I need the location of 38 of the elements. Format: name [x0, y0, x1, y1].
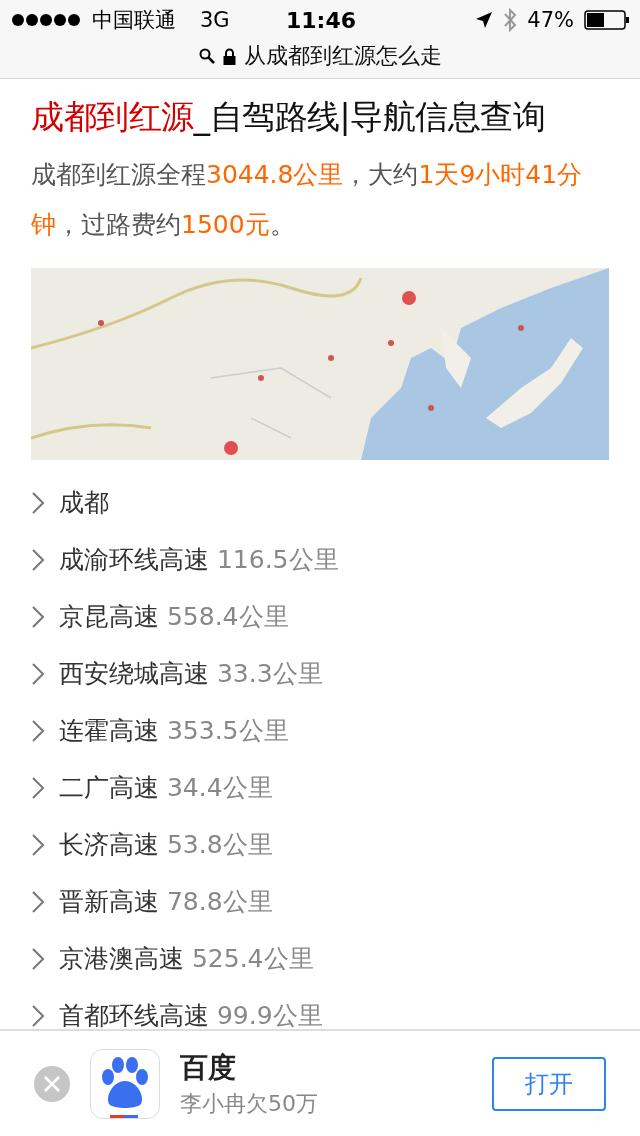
route-summary: 成都到红源全程3044.8公里，大约1天9小时41分钟，过路费约1500元。: [31, 159, 584, 241]
close-icon: [44, 1075, 60, 1092]
chevron-right-icon: [31, 718, 45, 743]
close-button[interactable]: [34, 1065, 70, 1102]
chevron-right-icon: [31, 547, 45, 572]
route-step[interactable]: 晋新高速 78.8公里: [59, 885, 273, 918]
route-step[interactable]: 首都环线高速 99.9公里: [59, 999, 323, 1029]
route-step[interactable]: 长济高速 53.8公里: [59, 828, 273, 861]
address-text[interactable]: 从成都到红源怎么走: [243, 41, 442, 71]
battery-icon: [584, 10, 630, 30]
signal-icon: [12, 14, 82, 26]
clock-time: 11:46: [286, 7, 356, 33]
page-title: 成都到红源_自驾路线|导航信息查询: [31, 96, 547, 138]
chevron-right-icon: [31, 946, 45, 971]
app-subtitle: 李小冉欠50万: [180, 1089, 319, 1118]
carrier-name: 中国联通: [92, 7, 176, 34]
route-step[interactable]: 成渝环线高速 116.5公里: [59, 543, 339, 576]
network-type: 3G: [200, 8, 230, 32]
battery-percent: 47%: [527, 8, 574, 32]
route-step[interactable]: 京港澳高速 525.4公里: [59, 942, 314, 975]
route-step[interactable]: 成都: [59, 486, 109, 519]
open-button[interactable]: 打开: [492, 1056, 606, 1111]
route-step[interactable]: 二广高速 34.4公里: [59, 771, 273, 804]
chevron-right-icon: [31, 775, 45, 800]
route-step[interactable]: 京昆高速 558.4公里: [59, 600, 289, 633]
bluetooth-icon: [503, 8, 518, 32]
location-arrow-icon: [475, 11, 494, 29]
route-step[interactable]: 连霍高速 353.5公里: [59, 714, 289, 747]
chevron-right-icon: [31, 490, 45, 515]
chevron-right-icon: [31, 661, 45, 686]
chevron-right-icon: [31, 832, 45, 857]
paw-logo-icon: [90, 1048, 160, 1119]
search-icon: [198, 48, 215, 64]
route-step[interactable]: 西安绕城高速 33.3公里: [59, 657, 323, 690]
chevron-right-icon: [31, 1003, 45, 1028]
chevron-right-icon: [31, 889, 45, 914]
app-name: 百度: [180, 1049, 237, 1086]
chevron-right-icon: [31, 604, 45, 629]
